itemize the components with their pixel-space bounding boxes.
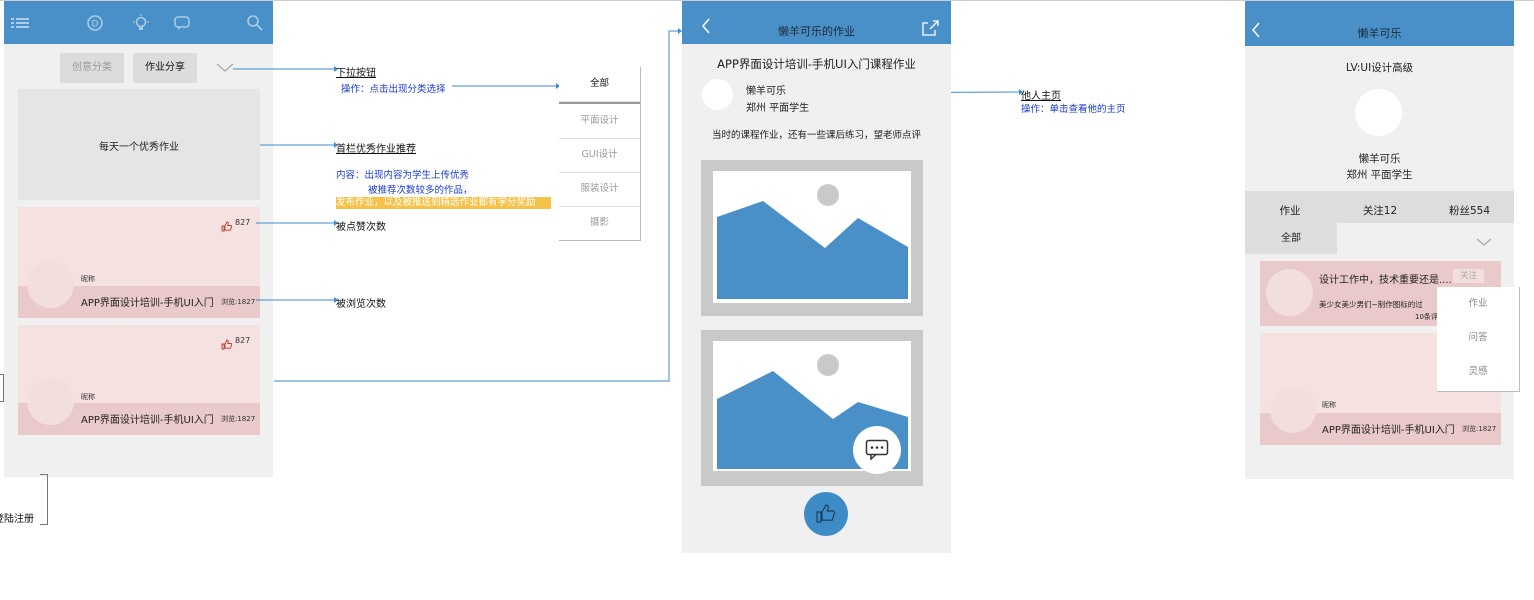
like-button[interactable] [804,492,848,536]
menu-item-inspiration[interactable]: 灵感 [1437,355,1519,389]
page-title: 懒羊可乐的作业 [778,25,855,38]
user-level: LV:UI设计高级 [1345,62,1414,74]
annotation-featured-line2: 被推荐次数较多的作品， [368,185,473,196]
stat-following[interactable]: 关注12 [1335,196,1425,226]
annotation-featured-title: 首栏优秀作业推荐 [336,144,416,155]
work-image[interactable] [701,160,923,316]
profile-header: 懒羊可乐 [1245,1,1514,46]
author-location: 郑州 平面学生 [746,103,810,114]
page-title: 懒羊可乐 [1357,27,1402,40]
view-count: 浏览:1827 [1462,425,1497,433]
post-title: APP界面设计培训-手机UI入门 [1322,425,1455,436]
annotation-likes: 被点赞次数 [336,222,386,233]
back-icon[interactable] [1250,21,1262,43]
type-menu: 作业 问答 灵感 [1437,287,1520,392]
follow-button[interactable]: 关注 [1453,269,1484,283]
user-name: 懒羊可乐 [1358,153,1401,165]
description: 当时的课程作业，还有一些课后练习，望老师点评 [711,130,921,141]
share-icon[interactable] [920,18,940,42]
comment-count: 10条评 [1415,313,1438,321]
annotation-dropdown-title: 下拉按钮 [336,68,376,79]
user-location: 郑州 平面学生 [1346,169,1413,181]
chevron-down-icon[interactable] [1475,233,1493,252]
annotation-featured-line3: 发布作业，以及被推送到精选作业都有学分奖励 [336,197,551,209]
comment-button[interactable] [853,426,901,474]
menu-item-works[interactable]: 作业 [1437,287,1519,321]
back-icon[interactable] [700,17,712,39]
stat-followers[interactable]: 粉丝554 [1425,196,1514,226]
detail-screen: 懒羊可乐的作业 APP界面设计培训-手机UI入门课程作业 懒羊可乐 郑州 平面学… [682,1,951,553]
avatar[interactable] [702,79,733,110]
image-placeholder-icon [717,184,908,299]
annotation-dropdown-op: 操作：点击出现分类选择 [341,84,446,95]
comment-icon [865,439,889,461]
post-title: 设计工作中，技术重要还是.... [1319,275,1452,286]
nickname: 昵称 [1322,401,1336,409]
post-subtitle: 美少女美少男们~制作图标的过 [1319,300,1423,309]
annotation-featured-line1: 内容：出现内容为学生上传优秀 [336,170,470,181]
category-dropdown: 全部 平面设计 GUI设计 服装设计 摄影 [559,67,641,241]
annotation-views: 被浏览次数 [336,299,386,310]
category-fashion[interactable]: 服装设计 [559,172,640,207]
menu-item-qa[interactable]: 问答 [1437,321,1519,355]
category-graphic[interactable]: 平面设计 [559,104,640,139]
thumbs-up-icon [816,504,836,523]
avatar[interactable] [1270,387,1316,433]
avatar[interactable] [1355,89,1402,136]
annotation-profile-title: 他人主页 [1021,91,1061,102]
stat-works[interactable]: 作业 [1245,196,1335,226]
category-photo[interactable]: 摄影 [559,206,640,240]
category-gui[interactable]: GUI设计 [559,138,640,173]
category-all[interactable]: 全部 [559,67,640,102]
detail-header: 懒羊可乐的作业 [682,1,951,44]
filter-select[interactable]: 全部 [1245,223,1337,254]
annotation-profile-op: 操作：单击查看他的主页 [1021,104,1126,115]
course-title: APP界面设计培训-手机UI入门课程作业 [717,57,916,71]
author-name[interactable]: 懒羊可乐 [746,82,786,97]
avatar[interactable] [1266,269,1313,316]
profile-screen: 懒羊可乐 LV:UI设计高级 懒羊可乐 郑州 平面学生 作业 关注12 粉丝55… [1245,1,1514,479]
